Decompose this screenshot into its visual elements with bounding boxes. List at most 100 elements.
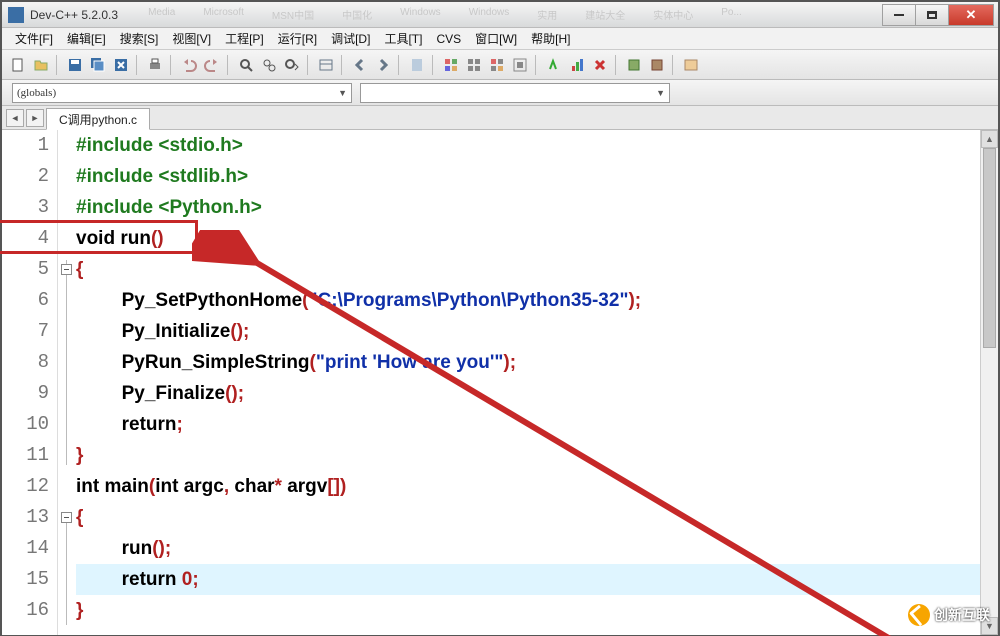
watermark: 创新互联 xyxy=(908,604,990,626)
tab-scroll-right[interactable]: ► xyxy=(26,109,44,127)
app-icon xyxy=(8,7,24,23)
debug-button[interactable] xyxy=(544,55,564,75)
scroll-up-button[interactable]: ▲ xyxy=(981,130,998,148)
redo-button[interactable] xyxy=(202,55,222,75)
menu-file[interactable]: 文件[F] xyxy=(8,28,60,49)
ghost-tab: 中国化 xyxy=(342,7,372,22)
vertical-scrollbar[interactable]: ▲ ▼ xyxy=(980,130,998,635)
ghost-tab: Windows xyxy=(469,7,510,22)
line-number: 7 xyxy=(2,316,57,347)
print-button[interactable] xyxy=(145,55,165,75)
code-token: } xyxy=(76,600,83,621)
line-number: 13 xyxy=(2,502,57,533)
editor-tab-active[interactable]: C调用python.c xyxy=(46,108,150,130)
code-token: { xyxy=(76,259,83,280)
line-number: 5 xyxy=(2,254,57,285)
line-number: 11 xyxy=(2,440,57,471)
code-token: "C:\Programs\Python\Python35-32" xyxy=(308,290,628,311)
line-number: 3 xyxy=(2,192,57,223)
code-token: #include <stdio.h> xyxy=(76,135,243,156)
undo-button[interactable] xyxy=(179,55,199,75)
watermark-text: 创新互联 xyxy=(934,605,990,625)
menu-view[interactable]: 视图[V] xyxy=(165,28,218,49)
editor-tab-label: C调用python.c xyxy=(59,111,137,128)
editor-tabstrip: ◄ ► C调用python.c xyxy=(2,106,998,130)
titlebar: Dev-C++ 5.2.0.3 Media Microsoft MSN中国 中国… xyxy=(2,2,998,28)
ghost-tab: 实用 xyxy=(537,7,557,22)
fold-toggle-icon[interactable] xyxy=(61,264,72,275)
line-number-gutter: 1 2 3 4 5 6 7 8 9 10 11 12 13 14 15 16 xyxy=(2,130,58,635)
compile-button[interactable] xyxy=(441,55,461,75)
project-options-button[interactable] xyxy=(647,55,667,75)
close-button[interactable]: ✕ xyxy=(948,4,994,26)
code-token: Py_Initialize xyxy=(122,321,231,342)
menu-run[interactable]: 运行[R] xyxy=(271,28,324,49)
tab-scroll-left[interactable]: ◄ xyxy=(6,109,24,127)
line-number: 10 xyxy=(2,409,57,440)
scope-combo-value: (globals) xyxy=(17,87,56,99)
minimize-button[interactable] xyxy=(882,4,916,26)
line-number: 4 xyxy=(2,223,57,254)
run-button[interactable] xyxy=(464,55,484,75)
line-number: 12 xyxy=(2,471,57,502)
chevron-down-icon: ▼ xyxy=(338,88,347,98)
replace-button[interactable] xyxy=(259,55,279,75)
line-number: 15 xyxy=(2,564,57,595)
code-token: #include <stdlib.h> xyxy=(76,166,248,187)
menu-help[interactable]: 帮助[H] xyxy=(524,28,577,49)
class-browser-bar: (globals) ▼ ▼ xyxy=(2,80,998,106)
profile-button[interactable] xyxy=(567,55,587,75)
minimize-icon xyxy=(894,14,904,16)
scroll-thumb[interactable] xyxy=(983,148,996,348)
menu-project[interactable]: 工程[P] xyxy=(218,28,271,49)
browser-ghost-tabs: Media Microsoft MSN中国 中国化 Windows Window… xyxy=(118,7,883,22)
code-token: } xyxy=(76,445,83,466)
menu-tools[interactable]: 工具[T] xyxy=(377,28,429,49)
code-token: () xyxy=(151,228,164,249)
menu-search[interactable]: 搜索[S] xyxy=(113,28,166,49)
line-number: 6 xyxy=(2,285,57,316)
compile-run-button[interactable] xyxy=(487,55,507,75)
code-token: Py_Finalize xyxy=(122,383,226,404)
ghost-tab: Po... xyxy=(721,7,742,22)
find-next-button[interactable] xyxy=(282,55,302,75)
find-button[interactable] xyxy=(236,55,256,75)
member-combo[interactable]: ▼ xyxy=(360,83,670,103)
code-token: run xyxy=(122,538,153,559)
save-button[interactable] xyxy=(65,55,85,75)
menu-edit[interactable]: 编辑[E] xyxy=(60,28,113,49)
toolbar xyxy=(2,50,998,80)
ghost-tab: Windows xyxy=(400,7,441,22)
maximize-icon xyxy=(927,11,937,19)
maximize-button[interactable] xyxy=(915,4,949,26)
ghost-tab: Media xyxy=(148,7,175,22)
new-project-button[interactable] xyxy=(624,55,644,75)
code-token: return xyxy=(122,414,177,435)
chevron-down-icon: ▼ xyxy=(656,88,665,98)
help-button[interactable] xyxy=(681,55,701,75)
close-icon: ✕ xyxy=(966,7,977,23)
menubar: 文件[F] 编辑[E] 搜索[S] 视图[V] 工程[P] 运行[R] 调试[D… xyxy=(2,28,998,50)
new-file-button[interactable] xyxy=(8,55,28,75)
code-token: { xyxy=(76,507,83,528)
scope-combo[interactable]: (globals) ▼ xyxy=(12,83,352,103)
code-area[interactable]: #include <stdio.h> #include <stdlib.h> #… xyxy=(76,130,980,635)
code-token: Py_SetPythonHome xyxy=(122,290,303,311)
next-bookmark-button[interactable] xyxy=(373,55,393,75)
prev-bookmark-button[interactable] xyxy=(350,55,370,75)
window-title: Dev-C++ 5.2.0.3 xyxy=(30,8,118,22)
menu-window[interactable]: 窗口[W] xyxy=(468,28,524,49)
save-all-button[interactable] xyxy=(88,55,108,75)
rebuild-button[interactable] xyxy=(510,55,530,75)
goto-button[interactable] xyxy=(316,55,336,75)
fold-toggle-icon[interactable] xyxy=(61,512,72,523)
line-number: 9 xyxy=(2,378,57,409)
close-file-button[interactable] xyxy=(111,55,131,75)
code-editor[interactable]: 1 2 3 4 5 6 7 8 9 10 11 12 13 14 15 16 #… xyxy=(2,130,998,635)
open-file-button[interactable] xyxy=(31,55,51,75)
code-token: void xyxy=(76,228,115,249)
stop-button[interactable] xyxy=(590,55,610,75)
menu-debug[interactable]: 调试[D] xyxy=(324,28,377,49)
toggle-bookmark-button[interactable] xyxy=(407,55,427,75)
menu-cvs[interactable]: CVS xyxy=(429,30,468,48)
